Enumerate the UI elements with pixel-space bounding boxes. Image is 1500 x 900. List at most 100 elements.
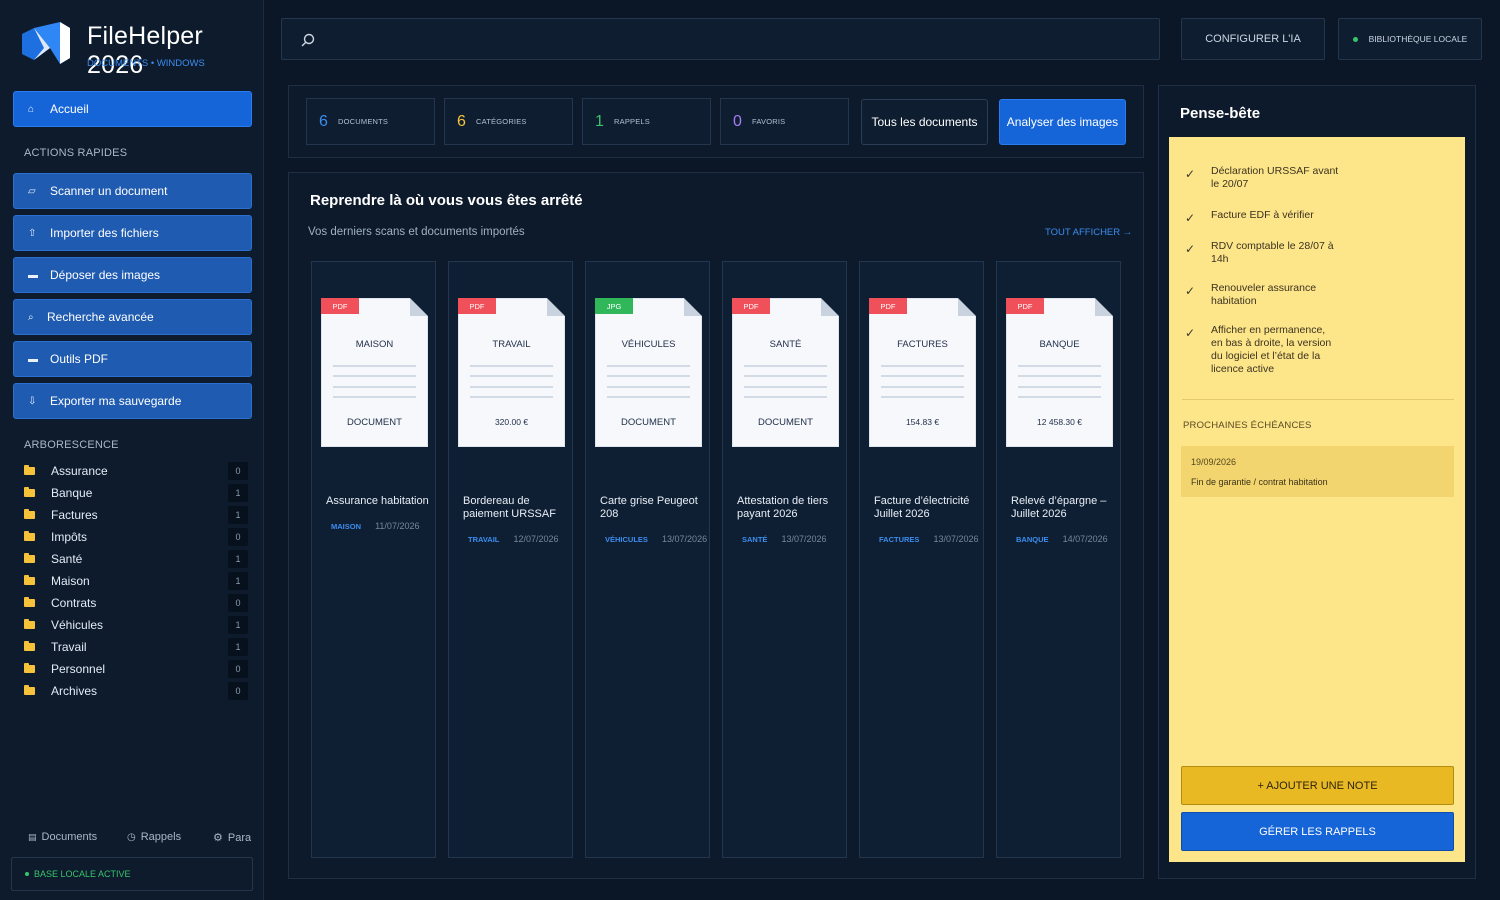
tree-item-personnel[interactable]: Personnel 0: [24, 660, 250, 678]
stat-value: 6: [319, 112, 328, 130]
tree-item-count: 1: [228, 506, 248, 524]
tree-item-sante[interactable]: Santé 1: [24, 550, 250, 568]
export-backup-button[interactable]: ⇩ Exporter ma sauvegarde: [13, 383, 252, 419]
advanced-search-button[interactable]: ⌕ Recherche avancée: [13, 299, 252, 335]
text-line: [470, 375, 553, 377]
card-title: Attestation de tiers payant 2026: [737, 495, 844, 521]
tab-rappels[interactable]: ◷ Rappels: [127, 831, 181, 843]
text-line: [607, 365, 690, 367]
page-fold-icon: [821, 298, 839, 316]
document-card[interactable]: JPG VÉHICULES DOCUMENT Carte grise Peuge…: [585, 261, 710, 858]
tree-item-factures[interactable]: Factures 1: [24, 506, 250, 524]
folder-icon: [24, 487, 35, 497]
tab-label: Rappels: [140, 831, 182, 843]
text-line: [470, 386, 553, 388]
card-title: Assurance habitation: [326, 495, 433, 508]
tree-item-contrats[interactable]: Contrats 0: [24, 594, 250, 612]
file-type-badge: PDF: [1006, 298, 1044, 314]
local-library-button[interactable]: BIBLIOTHÈQUE LOCALE: [1338, 18, 1482, 60]
check-icon: ✓: [1185, 167, 1196, 181]
add-note-button[interactable]: + AJOUTER UNE NOTE: [1181, 766, 1454, 805]
see-all-link[interactable]: TOUT AFFICHER →: [1045, 227, 1132, 238]
thumbnail-category: VÉHICULES: [621, 339, 676, 350]
tree-item-maison[interactable]: Maison 1: [24, 572, 250, 590]
card-category: BANQUE: [1016, 535, 1049, 544]
thumbnail-footer: DOCUMENT: [621, 417, 676, 428]
configure-ai-button[interactable]: CONFIGURER L'IA: [1181, 18, 1325, 60]
check-icon: ✓: [1185, 326, 1196, 340]
check-icon: ✓: [1185, 284, 1196, 298]
folder-icon: [24, 553, 35, 563]
clock-icon: ◷: [127, 832, 136, 843]
tab-parametres[interactable]: ⚙ Para: [213, 831, 251, 844]
home-button[interactable]: ⌂ Accueil: [13, 91, 252, 127]
documents-icon: ▤: [28, 832, 37, 842]
action-label: Outils PDF: [50, 352, 109, 366]
stat-documents[interactable]: 6 DOCUMENTS: [306, 98, 435, 145]
stat-categories[interactable]: 6 CATÉGORIES: [444, 98, 573, 145]
document-card[interactable]: PDF SANTÉ DOCUMENT Attestation de tiers …: [722, 261, 847, 858]
card-title-line: Juillet 2026: [874, 508, 930, 520]
text-line: [607, 375, 690, 377]
tree-item-count: 0: [228, 462, 248, 480]
search-input[interactable]: [281, 18, 1160, 60]
import-files-button[interactable]: ⇧ Importer des fichiers: [13, 215, 252, 251]
text-line: [470, 365, 553, 367]
card-title: Bordereau de paiement URSSAF: [463, 495, 570, 521]
tree-heading: ARBORESCENCE: [24, 439, 119, 451]
document-thumbnail: PDF FACTURES 154.83 €: [869, 298, 976, 447]
tab-all-documents[interactable]: Tous les documents: [861, 99, 988, 145]
stat-favoris[interactable]: 0 FAVORIS: [720, 98, 849, 145]
thumbnail-footer: 12 458.30 €: [1037, 417, 1082, 427]
drop-images-button[interactable]: ▬ Déposer des images: [13, 257, 252, 293]
action-label: Importer des fichiers: [50, 226, 159, 240]
search-icon: ⌕: [28, 311, 34, 323]
recent-title: Reprendre là où vous vous êtes arrêté: [310, 192, 583, 209]
action-label: Déposer des images: [50, 268, 161, 282]
tree-item-label: Assurance: [51, 464, 108, 478]
tab-label: Para: [227, 832, 252, 844]
action-label: Scanner un document: [50, 184, 168, 198]
deadline-item[interactable]: 19/09/2026 Fin de garantie / contrat hab…: [1181, 446, 1454, 497]
manage-reminders-button[interactable]: GÉRER LES RAPPELS: [1181, 812, 1454, 851]
card-title: Carte grise Peugeot 208: [600, 495, 707, 521]
tree-item-travail[interactable]: Travail 1: [24, 638, 250, 656]
tree-item-banque[interactable]: Banque 1: [24, 484, 250, 502]
tree-item-archives[interactable]: Archives 0: [24, 682, 250, 700]
tree-item-label: Contrats: [51, 596, 97, 610]
sidebar: FileHelper 2026 DOCUMENTS • WINDOWS ⌂ Ac…: [0, 0, 264, 900]
deadline-text: Fin de garantie / contrat habitation: [1191, 477, 1328, 487]
pdf-icon: ▬: [28, 353, 38, 365]
document-card[interactable]: PDF BANQUE 12 458.30 € Relevé d’épargne …: [996, 261, 1121, 858]
card-title-line: Bordereau de: [463, 495, 530, 507]
tree-item-label: Travail: [51, 640, 87, 654]
tree-item-impots[interactable]: Impôts 0: [24, 528, 250, 546]
stat-rappels[interactable]: 1 RAPPELS: [582, 98, 711, 145]
thumbnail-category: MAISON: [355, 339, 394, 350]
folder-icon: [24, 531, 35, 541]
card-title-line: 208: [600, 508, 619, 520]
home-label: Accueil: [50, 102, 89, 116]
scan-document-button[interactable]: ▱ Scanner un document: [13, 173, 252, 209]
tree-item-assurance[interactable]: Assurance 0: [24, 462, 250, 480]
folder-icon: [24, 685, 35, 695]
document-card[interactable]: PDF MAISON DOCUMENT Assurance habitation…: [311, 261, 436, 858]
tree-item-vehicules[interactable]: Véhicules 1: [24, 616, 250, 634]
file-type-badge: PDF: [869, 298, 907, 314]
card-meta: TRAVAIL 12/07/2026: [468, 534, 572, 544]
stat-value: 0: [733, 112, 742, 130]
pdf-tools-button[interactable]: ▬ Outils PDF: [13, 341, 252, 377]
document-card[interactable]: PDF FACTURES 154.83 € Facture d’électric…: [859, 261, 984, 858]
tab-documents[interactable]: ▤ Documents: [28, 831, 97, 843]
tab-analyze-images[interactable]: Analyser des images: [999, 99, 1126, 145]
status-dot-icon: [1352, 36, 1358, 42]
document-card[interactable]: PDF TRAVAIL 320.00 € Bordereau de paieme…: [448, 261, 573, 858]
thumbnail-category: FACTURES: [897, 339, 948, 350]
folder-icon: [24, 465, 35, 475]
text-line: [470, 396, 553, 398]
folder-icon: [24, 597, 35, 607]
text-line: [1018, 375, 1101, 377]
text-line: [881, 365, 964, 367]
deadline-date: 19/09/2026: [1191, 457, 1237, 467]
card-title-line: payant 2026: [737, 508, 798, 520]
